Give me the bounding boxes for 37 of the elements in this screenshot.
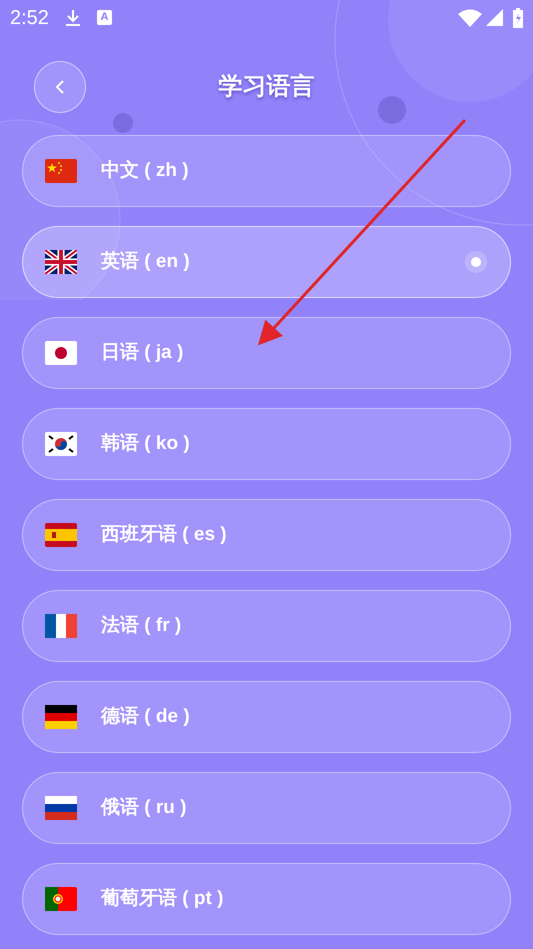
notification-icon: A <box>96 10 112 25</box>
language-label: 英语 ( en ) <box>101 250 191 274</box>
language-label: 日语 ( ja ) <box>101 340 184 365</box>
language-label: 韩语 ( ko ) <box>101 432 191 456</box>
language-option[interactable]: 中文 ( zh ) <box>22 135 511 207</box>
language-option[interactable]: 德语 ( de ) <box>22 681 511 753</box>
language-option[interactable]: 俄语 ( ru ) <box>22 772 511 844</box>
flag-icon <box>45 614 77 638</box>
page-title: 学习语言 <box>218 72 314 102</box>
flag-icon <box>45 432 77 456</box>
back-button[interactable] <box>34 61 86 113</box>
flag-icon <box>45 887 77 911</box>
flag-icon <box>45 250 77 274</box>
flag-icon <box>45 705 77 729</box>
signal-icon <box>486 9 503 26</box>
language-label: 葡萄牙语 ( pt ) <box>101 886 224 911</box>
status-time: 2:52 <box>10 6 49 30</box>
language-option[interactable]: 韩语 ( ko ) <box>22 408 511 480</box>
chevron-left-icon <box>55 80 65 94</box>
language-option[interactable]: 葡萄牙语 ( pt ) <box>22 863 511 935</box>
flag-icon <box>45 159 77 183</box>
wifi-icon <box>458 8 482 26</box>
language-option[interactable]: 英语 ( en ) <box>22 226 511 298</box>
language-label: 德语 ( de ) <box>101 704 191 729</box>
radio-selected-icon <box>464 250 488 274</box>
language-label: 法语 ( fr ) <box>101 614 182 638</box>
language-label: 俄语 ( ru ) <box>101 796 188 820</box>
flag-icon <box>45 341 77 365</box>
language-option[interactable]: 西班牙语 ( es ) <box>22 499 511 571</box>
flag-icon <box>45 523 77 547</box>
language-label: 中文 ( zh ) <box>101 158 190 183</box>
battery-icon <box>513 8 523 28</box>
download-icon <box>64 8 81 26</box>
language-label: 西班牙语 ( es ) <box>101 522 228 547</box>
flag-icon <box>45 796 77 820</box>
language-option[interactable]: 法语 ( fr ) <box>22 590 511 662</box>
language-option[interactable]: 日语 ( ja ) <box>22 317 511 389</box>
